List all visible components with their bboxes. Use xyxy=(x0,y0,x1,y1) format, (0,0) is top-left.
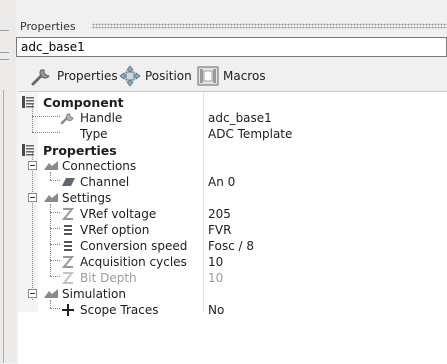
category-label: Properties xyxy=(43,143,117,158)
wrench-icon xyxy=(60,111,76,125)
properties-panel: Properties Properties Position xyxy=(16,0,447,364)
position-button-label: Position xyxy=(145,69,192,83)
property-value: ADC Template xyxy=(208,127,293,141)
group-settings[interactable]: Settings xyxy=(18,190,447,206)
panel-title: Properties xyxy=(20,20,76,33)
collapse-toggle[interactable] xyxy=(28,289,37,298)
macros-button-label: Macros xyxy=(223,69,266,83)
property-name: VRef voltage xyxy=(80,207,157,221)
property-value[interactable]: 205 xyxy=(208,207,231,221)
z-icon xyxy=(60,255,76,269)
left-dock-strip xyxy=(0,0,17,363)
group-label: Connections xyxy=(62,159,137,173)
collapse-toggle[interactable] xyxy=(28,193,37,202)
property-row-vref-option[interactable]: VRef option FVR xyxy=(18,222,447,238)
property-name: Acquisition cycles xyxy=(80,255,187,269)
property-value: 10 xyxy=(208,271,224,285)
category-component[interactable]: Component xyxy=(18,94,447,110)
property-value[interactable]: Fosc / 8 xyxy=(208,239,254,253)
strip-tick xyxy=(0,30,9,31)
folder-group-icon xyxy=(43,287,59,301)
macros-button[interactable]: Macros xyxy=(196,65,266,87)
properties-button[interactable]: Properties xyxy=(30,65,118,87)
category-label: Component xyxy=(43,95,124,110)
strip-tick xyxy=(0,59,9,60)
property-name: Scope Traces xyxy=(80,303,159,317)
panel-titlebar[interactable]: Properties xyxy=(16,16,447,36)
folder-group-icon xyxy=(43,159,59,173)
property-row-channel[interactable]: Channel An 0 xyxy=(18,174,447,190)
property-row-vref-voltage[interactable]: VRef voltage 205 xyxy=(18,206,447,222)
property-row-type[interactable]: Type ADC Template xyxy=(18,126,447,142)
property-name: Type xyxy=(80,127,108,141)
component-name-input[interactable] xyxy=(16,37,447,57)
property-row-scope-traces[interactable]: Scope Traces No xyxy=(18,302,447,318)
z-icon xyxy=(60,207,76,221)
group-connections[interactable]: Connections xyxy=(18,158,447,174)
property-name: Bit Depth xyxy=(80,271,137,285)
folder-group-icon xyxy=(43,191,59,205)
properties-button-label: Properties xyxy=(57,69,118,83)
property-row-bit-depth: Bit Depth 10 xyxy=(18,270,447,286)
property-value[interactable]: FVR xyxy=(208,223,231,237)
property-name: Handle xyxy=(80,111,123,125)
toolbar: Properties Position Macros xyxy=(16,60,447,90)
z-icon xyxy=(60,271,76,285)
group-label: Settings xyxy=(62,191,112,205)
collapse-toggle[interactable] xyxy=(28,161,37,170)
macros-icon xyxy=(196,65,220,87)
category-properties[interactable]: Properties xyxy=(18,142,447,158)
property-value[interactable]: An 0 xyxy=(208,175,235,189)
list-icon xyxy=(60,223,76,237)
property-row-handle[interactable]: Handle adc_base1 xyxy=(18,110,447,126)
property-value[interactable]: adc_base1 xyxy=(208,111,272,125)
channel-icon xyxy=(60,175,76,189)
wrench-icon xyxy=(30,65,54,87)
move-arrows-icon xyxy=(118,65,142,87)
property-name: Conversion speed xyxy=(80,239,188,253)
plus-icon xyxy=(60,303,76,317)
property-value[interactable]: No xyxy=(208,303,224,317)
property-value[interactable]: 10 xyxy=(208,255,223,269)
property-row-acquisition-cycles[interactable]: Acquisition cycles 10 xyxy=(18,254,447,270)
position-button[interactable]: Position xyxy=(118,65,192,87)
list-icon xyxy=(60,239,76,253)
titlebar-grip[interactable] xyxy=(92,23,447,29)
group-label: Simulation xyxy=(62,287,126,301)
property-grid: Component Handle adc_base1 Type ADC Temp… xyxy=(18,91,447,364)
property-row-conversion-speed[interactable]: Conversion speed Fosc / 8 xyxy=(18,238,447,254)
property-name: VRef option xyxy=(80,223,150,237)
strip-red-line xyxy=(3,90,4,363)
strip-tick xyxy=(0,52,9,53)
group-simulation[interactable]: Simulation xyxy=(18,286,447,302)
property-name: Channel xyxy=(80,175,130,189)
